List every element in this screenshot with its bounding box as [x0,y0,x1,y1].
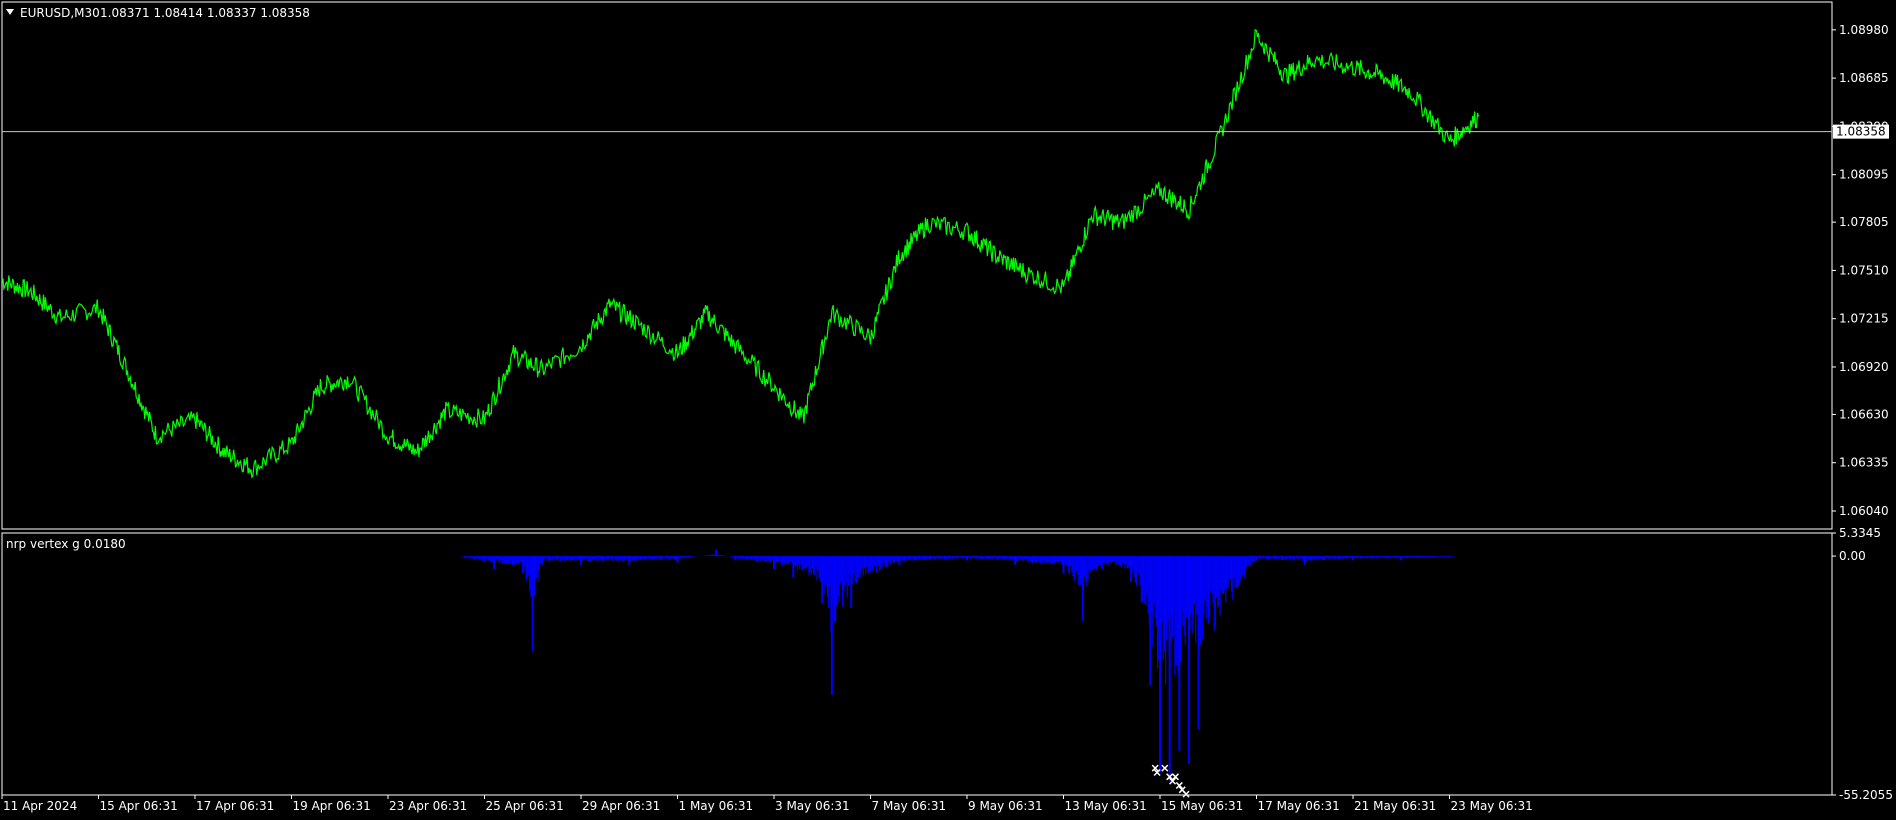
symbol-header: EURUSD,M30 [20,6,100,20]
price-line [1,28,1480,479]
time-tick-label: 29 Apr 06:31 [582,799,660,813]
time-tick-label: 13 May 06:31 [1065,799,1147,813]
bid-price-label: 1.08358 [1836,125,1886,139]
ohlc-values: 1.08371 1.08414 1.08337 1.08358 [100,6,310,20]
price-tick-label: 1.06920 [1839,360,1889,374]
indicator-tick-label: 0.00 [1839,549,1866,563]
price-series [1,28,1480,479]
time-tick-label: 9 May 06:31 [968,799,1043,813]
time-tick-label: 23 Apr 06:31 [389,799,467,813]
time-tick-label: 23 May 06:31 [1451,799,1533,813]
price-tick-label: 1.07510 [1839,263,1889,277]
time-tick-label: 15 May 06:31 [1161,799,1243,813]
chart-canvas: EURUSD,M30 1.08371 1.08414 1.08337 1.083… [1,1,1893,813]
time-tick-label: 19 Apr 06:31 [293,799,371,813]
price-tick-label: 1.06040 [1839,504,1889,518]
indicator-axis: 5.3345 0.00 -55.2055 [1832,526,1893,802]
time-tick-label: 1 May 06:31 [679,799,754,813]
time-tick-label: 15 Apr 06:31 [100,799,178,813]
collapse-triangle-icon[interactable] [6,9,14,15]
price-tick-label: 1.08095 [1839,168,1889,182]
time-tick-label: 7 May 06:31 [872,799,947,813]
price-tick-label: 1.07215 [1839,312,1889,326]
price-axis: 1.089801.086851.083901.080951.078051.075… [1832,23,1889,518]
time-tick-label: 11 Apr 2024 [3,799,77,813]
indicator-tick-label: -55.2055 [1839,788,1893,802]
indicator-bars [459,549,1455,782]
main-chart-frame [1,1,1833,530]
time-tick-label: 3 May 06:31 [775,799,850,813]
current-price-line: 1.08358 [2,124,1889,139]
time-tick-label: 25 Apr 06:31 [486,799,564,813]
price-tick-label: 1.06630 [1839,407,1889,421]
indicator-frame [1,532,1833,796]
time-tick-label: 17 May 06:31 [1258,799,1340,813]
time-tick-label: 21 May 06:31 [1354,799,1436,813]
time-axis: 11 Apr 2024 15 Apr 06:31 17 Apr 06:31 19 Ap… [1,795,1533,813]
price-tick-label: 1.06335 [1839,456,1889,470]
price-tick-label: 1.08980 [1839,23,1889,37]
price-tick-label: 1.08685 [1839,71,1889,85]
time-tick-label: 17 Apr 06:31 [196,799,274,813]
indicator-title: nrp vertex g 0.0180 [6,537,126,551]
indicator-tick-label: 5.3345 [1839,526,1881,540]
price-tick-label: 1.07805 [1839,215,1889,229]
